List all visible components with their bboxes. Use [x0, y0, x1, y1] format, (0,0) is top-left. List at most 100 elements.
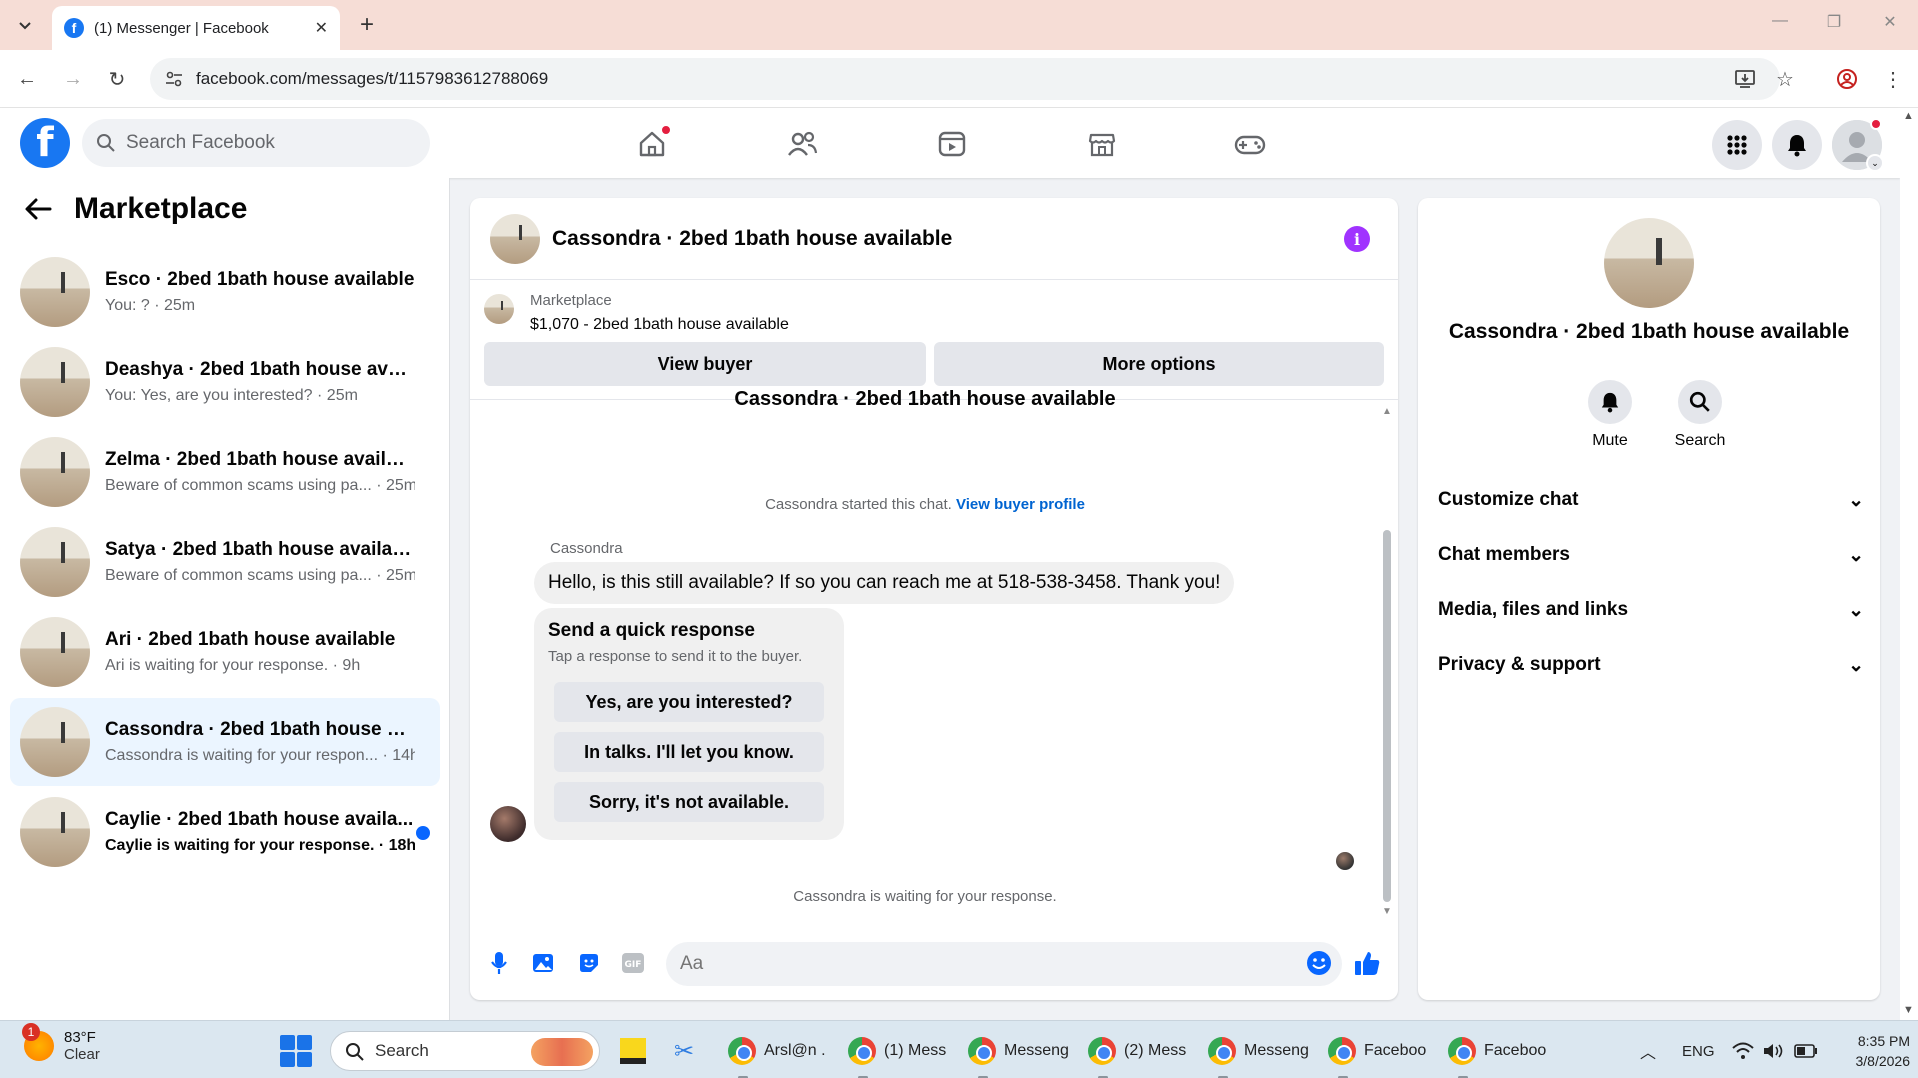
- sticker-icon[interactable]: [574, 948, 604, 978]
- snipping-tool-icon[interactable]: ✂: [674, 1029, 694, 1073]
- marketplace-icon[interactable]: [1080, 122, 1124, 166]
- sender-name: Cassondra: [550, 540, 623, 557]
- chat-started-notice: Cassondra started this chat. View buyer …: [470, 496, 1380, 513]
- page-scroll-up-icon[interactable]: ▲: [1903, 110, 1914, 122]
- conversation-item[interactable]: Cassondra · 2bed 1bath house avai... Cass…: [10, 698, 440, 786]
- conversation-item[interactable]: Caylie · 2bed 1bath house availa... Cayli…: [10, 788, 440, 876]
- gaming-icon[interactable]: [1228, 122, 1272, 166]
- notifications-bell-icon[interactable]: [1772, 120, 1822, 170]
- taskbar-search[interactable]: Search: [330, 1031, 600, 1071]
- customize-chat-row[interactable]: Customize chat ⌄: [1438, 478, 1864, 522]
- quick-response-not-available-button[interactable]: Sorry, it's not available.: [554, 782, 824, 822]
- message-composer: GIF: [470, 938, 1398, 1000]
- tab-search-chevron-icon[interactable]: [10, 10, 40, 40]
- chat-scrollbar[interactable]: ▲ ▼: [1380, 406, 1394, 918]
- reload-icon[interactable]: ↻: [102, 64, 132, 94]
- info-icon[interactable]: i: [1344, 226, 1370, 252]
- emoji-icon[interactable]: [1304, 948, 1334, 978]
- menu-grid-icon[interactable]: [1712, 120, 1762, 170]
- bookmark-star-icon[interactable]: ☆: [1770, 64, 1800, 94]
- conversation-item[interactable]: Zelma · 2bed 1bath house available Beware…: [10, 428, 440, 516]
- chrome-icon: [728, 1037, 756, 1065]
- tab-close-icon[interactable]: ✕: [315, 18, 328, 38]
- bell-icon[interactable]: [1588, 380, 1632, 424]
- install-app-icon[interactable]: [1730, 64, 1760, 94]
- close-window-icon[interactable]: ✕: [1878, 12, 1902, 36]
- page-scrollbar[interactable]: ▲ ▼: [1900, 108, 1918, 1020]
- taskbar-chrome-window[interactable]: Faceboo: [1328, 1029, 1426, 1078]
- start-icon[interactable]: [280, 1035, 312, 1067]
- chat-title[interactable]: Cassondra · 2bed 1bath house available: [552, 227, 952, 251]
- more-options-button[interactable]: More options: [934, 342, 1384, 386]
- back-arrow-icon[interactable]: [24, 195, 52, 223]
- listing-title[interactable]: $1,070 - 2bed 1bath house available: [530, 316, 789, 334]
- wifi-icon[interactable]: [1732, 1029, 1754, 1073]
- chat-members-row[interactable]: Chat members ⌄: [1438, 533, 1864, 577]
- photo-icon[interactable]: [528, 948, 558, 978]
- taskbar-chrome-window[interactable]: Arsl@n .: [728, 1029, 826, 1078]
- chat-avatar[interactable]: [490, 213, 540, 264]
- profile-icon[interactable]: [1832, 64, 1862, 94]
- forward-icon[interactable]: →: [58, 64, 88, 94]
- weather-widget[interactable]: 1 83°F Clear: [22, 1023, 100, 1063]
- facebook-logo-icon[interactable]: f: [20, 118, 70, 168]
- gif-icon[interactable]: GIF: [618, 948, 648, 978]
- quick-response-yes-button[interactable]: Yes, are you interested?: [554, 682, 824, 722]
- scroll-down-arrow-icon[interactable]: ▼: [1382, 906, 1392, 917]
- back-icon[interactable]: ←: [12, 64, 42, 94]
- message-bubble[interactable]: Hello, is this still available? If so yo…: [534, 562, 1235, 604]
- account-avatar[interactable]: ⌄: [1832, 118, 1884, 172]
- search-icon[interactable]: [1678, 380, 1722, 424]
- view-buyer-profile-link[interactable]: View buyer profile: [956, 496, 1085, 513]
- volume-icon[interactable]: [1762, 1029, 1784, 1073]
- house-thumbnail: [20, 707, 90, 777]
- browser-tab-bar: f (1) Messenger | Facebook ✕ + — ❐ ✕: [0, 0, 1918, 50]
- quick-response-in-talks-button[interactable]: In talks. I'll let you know.: [554, 732, 824, 772]
- account-chevron-icon[interactable]: ⌄: [1866, 154, 1884, 172]
- mute-action[interactable]: Mute: [1570, 380, 1650, 450]
- message-input[interactable]: [666, 942, 1342, 986]
- search-action[interactable]: Search: [1660, 380, 1740, 450]
- conversation-item[interactable]: Esco · 2bed 1bath house available You: ? …: [10, 248, 440, 336]
- thumbs-up-icon[interactable]: [1352, 948, 1382, 978]
- sender-avatar[interactable]: [490, 806, 526, 842]
- taskbar-chrome-window[interactable]: (1) Mess: [848, 1029, 946, 1078]
- battery-icon[interactable]: [1794, 1029, 1818, 1073]
- site-settings-icon[interactable]: [164, 69, 184, 89]
- info-avatar[interactable]: [1604, 218, 1694, 308]
- media-files-links-row[interactable]: Media, files and links ⌄: [1438, 588, 1864, 632]
- facebook-search-input[interactable]: Search Facebook: [82, 119, 430, 167]
- home-icon[interactable]: [630, 122, 674, 166]
- browser-menu-icon[interactable]: ⋮: [1878, 64, 1908, 94]
- minimize-icon[interactable]: —: [1768, 12, 1792, 36]
- scrollbar-thumb[interactable]: [1383, 530, 1391, 902]
- listing-thumbnail[interactable]: [484, 294, 514, 324]
- restore-icon[interactable]: ❐: [1822, 12, 1846, 36]
- tab-messenger[interactable]: f (1) Messenger | Facebook ✕: [52, 6, 340, 50]
- taskbar-chrome-window[interactable]: (2) Mess: [1088, 1029, 1187, 1078]
- conversation-item[interactable]: Satya · 2bed 1bath house available Beware…: [10, 518, 440, 606]
- microphone-icon[interactable]: [484, 948, 514, 978]
- tray-chevron-icon[interactable]: ︿: [1640, 1029, 1656, 1073]
- search-highlight-icon: [531, 1038, 593, 1066]
- system-clock[interactable]: 8:35 PM 3/8/2026: [1830, 1031, 1911, 1071]
- conversation-item[interactable]: Ari · 2bed 1bath house available Ari is w…: [10, 608, 440, 696]
- language-indicator[interactable]: ENG: [1682, 1029, 1715, 1073]
- page-scroll-down-icon[interactable]: ▼: [1903, 1004, 1914, 1016]
- taskbar-chrome-window[interactable]: Messeng: [968, 1029, 1069, 1078]
- scroll-up-arrow-icon[interactable]: ▲: [1382, 406, 1392, 417]
- conversation-item[interactable]: Deashya · 2bed 1bath house availa... You:…: [10, 338, 440, 426]
- row-label: Media, files and links: [1438, 599, 1629, 620]
- house-thumbnail: [20, 257, 90, 327]
- new-tab-button[interactable]: +: [352, 10, 382, 40]
- taskbar-chrome-window[interactable]: Faceboo: [1448, 1029, 1546, 1078]
- video-icon[interactable]: [930, 122, 974, 166]
- taskbar-chrome-window[interactable]: Messeng: [1208, 1029, 1309, 1078]
- privacy-support-row[interactable]: Privacy & support ⌄: [1438, 643, 1864, 687]
- sticky-notes-icon[interactable]: [620, 1029, 646, 1073]
- chrome-icon: [1448, 1037, 1476, 1065]
- taskbar-window-label: (2) Mess: [1124, 1042, 1187, 1059]
- url-field[interactable]: facebook.com/messages/t/1157983612788069: [150, 58, 1780, 100]
- friends-icon[interactable]: [780, 122, 824, 166]
- view-buyer-button[interactable]: View buyer: [484, 342, 926, 386]
